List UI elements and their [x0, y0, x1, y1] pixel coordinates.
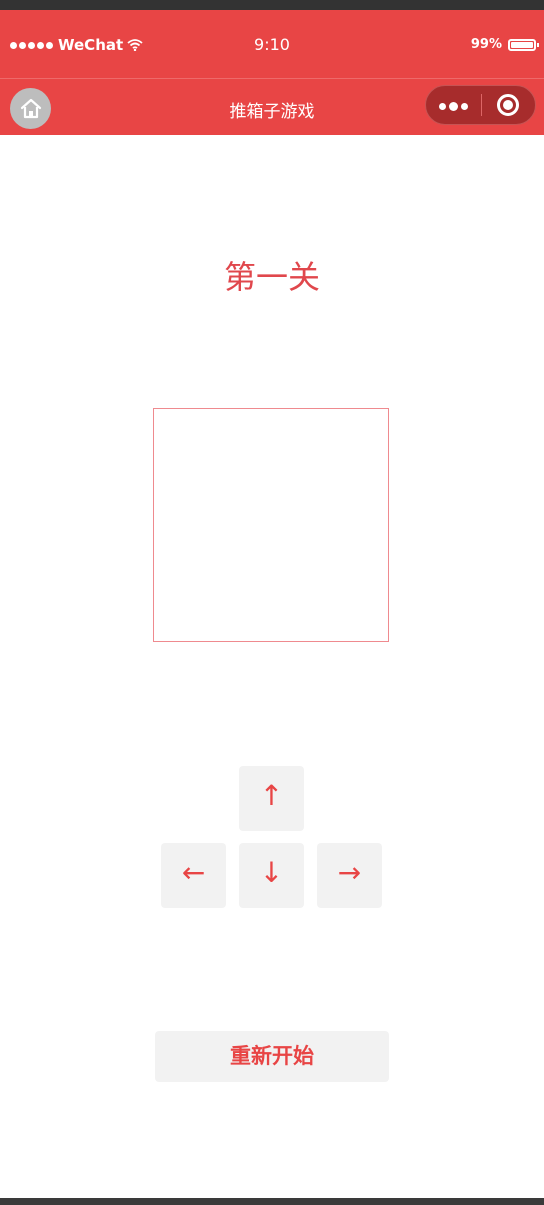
left-button[interactable]: ←	[161, 843, 226, 908]
down-button[interactable]: ↓	[239, 843, 304, 908]
capsule-divider	[481, 94, 482, 116]
close-button[interactable]	[497, 94, 519, 116]
capsule-menu	[425, 85, 536, 125]
status-right: 99%	[470, 37, 539, 52]
more-button[interactable]	[439, 102, 468, 111]
up-button[interactable]: ↑	[239, 766, 304, 831]
nav-bar: 推箱子游戏	[0, 78, 544, 135]
status-bar: WeChat 9:10 99%	[0, 10, 544, 78]
restart-button[interactable]: 重新开始	[155, 1031, 389, 1082]
more-dots-icon	[439, 103, 446, 110]
game-board	[153, 408, 389, 642]
top-frame-edge	[0, 0, 544, 10]
battery-icon	[508, 38, 539, 51]
right-button[interactable]: →	[317, 843, 382, 908]
bottom-frame-edge	[0, 1198, 544, 1205]
battery-percent: 99%	[470, 37, 502, 52]
status-time: 9:10	[254, 35, 290, 54]
level-title: 第一关	[223, 258, 320, 296]
